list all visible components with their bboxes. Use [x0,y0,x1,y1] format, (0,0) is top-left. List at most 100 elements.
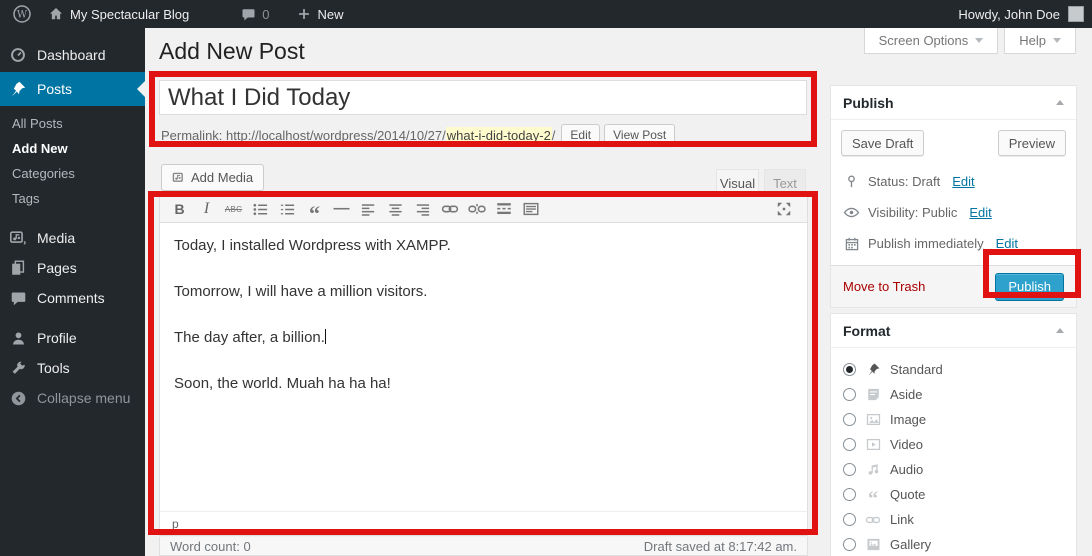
page-title: Add New Post [159,38,305,65]
sidebar-item-profile[interactable]: Profile [0,323,145,353]
edit-schedule-link[interactable]: Edit [996,236,1018,251]
comments-shortcut[interactable]: 0 [233,0,277,28]
draft-saved-status: Draft saved at 8:17:42 am. [644,539,797,554]
strikethrough-icon[interactable]: ABC [220,197,247,221]
format-box-title: Format [843,323,890,339]
sidebar-item-categories[interactable]: Categories [0,161,145,186]
preview-button[interactable]: Preview [998,130,1066,156]
radio[interactable] [843,438,856,451]
blockquote-icon[interactable]: “ [301,197,328,221]
bullet-list-icon[interactable] [247,197,274,221]
unlink-icon[interactable] [463,197,490,221]
publish-button[interactable]: Publish [995,273,1064,301]
more-tag-icon[interactable] [490,197,517,221]
format-option-image[interactable]: Image [843,407,1064,432]
format-label: Standard [890,362,943,377]
align-center-icon[interactable] [382,197,409,221]
editor-paragraph: Tomorrow, I will have a million visitors… [174,282,793,301]
bold-icon[interactable]: B [166,197,193,221]
format-label: Gallery [890,537,931,552]
add-media-button[interactable]: Add Media [161,164,264,191]
radio[interactable] [843,463,856,476]
hr-icon[interactable]: — [328,197,355,221]
editor-paragraph: Soon, the world. Muah ha ha ha! [174,374,793,393]
radio[interactable] [843,538,856,551]
screen-options-tab[interactable]: Screen Options [864,28,999,54]
align-right-icon[interactable] [409,197,436,221]
wordpress-add-new-post-screen: W My Spectacular Blog 0 New Howdy, John … [0,0,1092,556]
move-to-trash-link[interactable]: Move to Trash [843,279,925,294]
sidebar-item-add-new[interactable]: Add New [0,136,145,161]
collapse-arrow-icon [8,388,28,408]
visual-editor-tab[interactable]: Visual [716,169,759,196]
format-option-audio[interactable]: Audio [843,457,1064,482]
format-option-quote[interactable]: “ Quote [843,482,1064,507]
visibility-text: Visibility: Public [868,205,957,220]
edit-permalink-button[interactable]: Edit [561,124,600,147]
sidebar-item-pages[interactable]: Pages [0,253,145,283]
pushpin-icon [864,362,882,378]
editor-footer: Word count: 0 Draft saved at 8:17:42 am. [159,537,808,556]
status-pin-icon [843,173,860,190]
radio[interactable] [843,513,856,526]
element-path[interactable]: p [172,517,179,531]
fullscreen-icon[interactable] [770,197,797,221]
audio-note-icon [864,462,882,478]
publish-box-header[interactable]: Publish [831,86,1076,120]
format-option-standard[interactable]: Standard [843,357,1064,382]
sidebar-item-media[interactable]: Media [0,223,145,253]
editor-content-area[interactable]: Today, I installed Wordpress with XAMPP.… [159,223,808,511]
sidebar-item-label: Tools [37,360,70,376]
format-box-header[interactable]: Format [831,314,1076,348]
format-label: Audio [890,462,923,477]
publishing-actions: Move to Trash Publish [831,265,1076,307]
numbered-list-icon[interactable] [274,197,301,221]
schedule-text: Publish immediately [868,236,984,251]
format-option-gallery[interactable]: Gallery [843,532,1064,556]
format-label: Link [890,512,914,527]
radio-checked[interactable] [843,363,856,376]
media-icon [8,228,28,248]
help-tab[interactable]: Help [1004,28,1076,54]
new-content-menu[interactable]: New [289,0,351,28]
chevron-down-icon [975,38,983,43]
sidebar-item-collapse-menu[interactable]: Collapse menu [0,383,145,413]
collapse-toggle-icon[interactable] [1056,100,1064,105]
sidebar-item-all-posts[interactable]: All Posts [0,111,145,136]
admin-sidebar: Dashboard Posts All Posts Add New Catego… [0,28,145,556]
sidebar-item-dashboard[interactable]: Dashboard [0,38,145,72]
format-options-list: Standard Aside Image [831,348,1076,556]
sidebar-item-posts[interactable]: Posts [0,72,145,106]
sidebar-item-label: Dashboard [37,47,106,63]
permalink-base-url: http://localhost/wordpress/2014/10/27/ [226,128,446,143]
format-option-link[interactable]: Link [843,507,1064,532]
post-title-input[interactable] [159,80,807,115]
align-left-icon[interactable] [355,197,382,221]
publish-box-title: Publish [843,95,894,111]
site-name-link[interactable]: My Spectacular Blog [40,0,197,28]
collapse-toggle-icon[interactable] [1056,328,1064,333]
sidebar-item-label: Posts [37,81,72,97]
avatar[interactable] [1068,6,1084,22]
save-draft-button[interactable]: Save Draft [841,130,924,156]
comment-count: 0 [262,7,269,22]
schedule-row: Publish immediately Edit [831,228,1076,259]
format-option-aside[interactable]: Aside [843,382,1064,407]
sidebar-item-tools[interactable]: Tools [0,353,145,383]
sidebar-item-comments[interactable]: Comments [0,283,145,313]
howdy-user[interactable]: Howdy, John Doe [958,7,1060,22]
radio[interactable] [843,413,856,426]
format-option-video[interactable]: Video [843,432,1064,457]
editor-paragraph: The day after, a billion. [174,328,793,347]
view-post-button[interactable]: View Post [604,124,675,147]
edit-status-link[interactable]: Edit [952,174,974,189]
text-editor-tab[interactable]: Text [764,169,806,196]
link-icon[interactable] [436,197,463,221]
radio[interactable] [843,488,856,501]
italic-icon[interactable]: I [193,197,220,221]
sidebar-item-tags[interactable]: Tags [0,186,145,211]
toolbar-toggle-icon[interactable] [517,197,544,221]
wordpress-menu[interactable]: W [0,0,40,28]
edit-visibility-link[interactable]: Edit [969,205,991,220]
radio[interactable] [843,388,856,401]
